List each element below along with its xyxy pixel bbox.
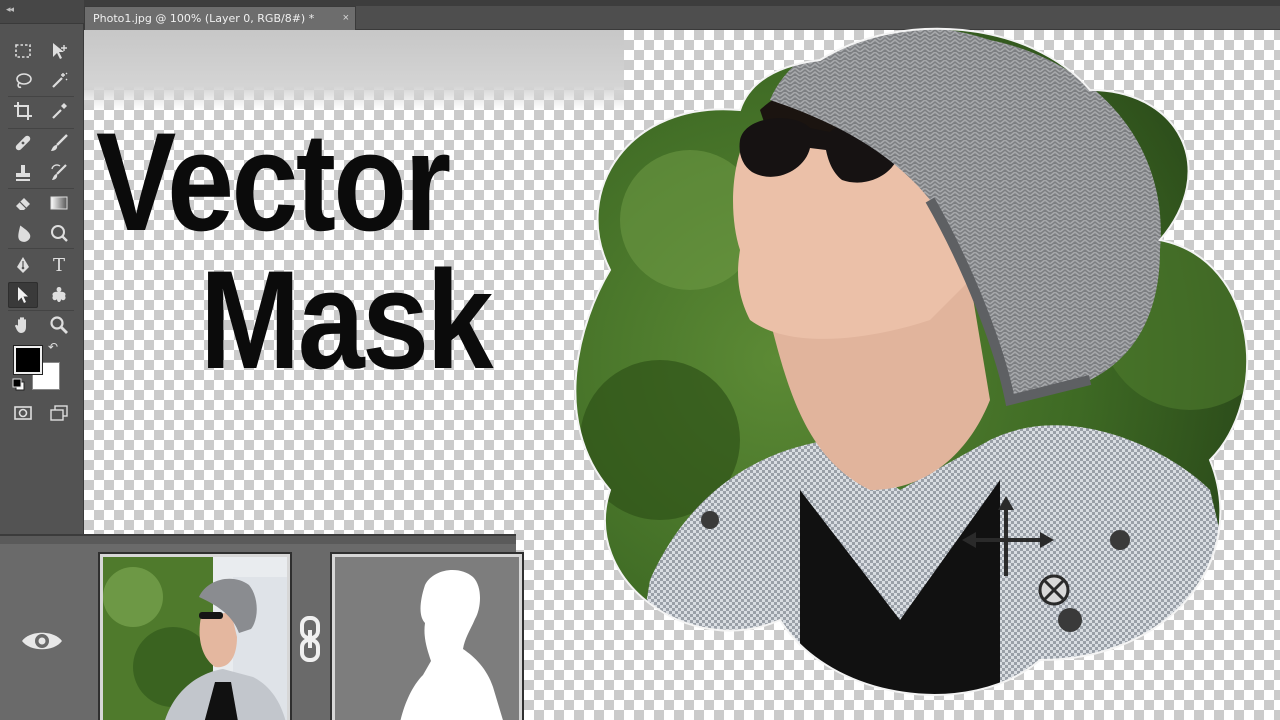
vector-mask-thumbnail[interactable] (332, 554, 522, 720)
document-tab[interactable]: Photo1.jpg @ 100% (Layer 0, RGB/8#) * × (84, 6, 356, 30)
custom-shape-icon[interactable] (44, 282, 74, 308)
eraser-icon[interactable] (8, 190, 38, 216)
clone-stamp-icon[interactable] (8, 160, 38, 186)
brush-icon[interactable] (44, 130, 74, 156)
eye-icon[interactable] (20, 628, 64, 654)
headline-line-2: Mask (200, 241, 493, 398)
document-tab-label: Photo1.jpg @ 100% (Layer 0, RGB/8#) * (93, 12, 315, 25)
blur-icon[interactable] (8, 220, 38, 246)
eyedropper-icon[interactable] (44, 98, 74, 124)
quick-selection-icon[interactable] (44, 68, 74, 94)
masked-photo[interactable] (570, 20, 1260, 700)
crop-icon[interactable] (8, 98, 38, 124)
layer-thumbnail[interactable] (100, 554, 290, 720)
photoshop-window: Photo1.jpg @ 100% (Layer 0, RGB/8#) * × … (0, 0, 1280, 720)
move-icon[interactable] (44, 38, 74, 64)
layer-thumbnail-image (103, 557, 287, 720)
zoom-icon[interactable] (44, 312, 74, 338)
headline-line-1: Vector (96, 103, 451, 260)
collapse-arrows-icon[interactable]: ◂◂ (6, 4, 14, 15)
tool-separator (8, 96, 74, 97)
tool-separator (8, 248, 74, 249)
gradient-icon[interactable] (44, 190, 74, 216)
layers-panel (0, 534, 522, 720)
tool-separator (8, 188, 74, 189)
quick-mask-icon[interactable] (8, 400, 38, 426)
screen-mode-icon[interactable] (44, 400, 74, 426)
chain-link-icon[interactable] (296, 616, 324, 662)
canvas-shadow-band (84, 30, 624, 110)
dodge-icon[interactable] (44, 220, 74, 246)
rectangular-marquee-icon[interactable] (8, 38, 38, 64)
default-colors-icon[interactable] (12, 378, 26, 392)
masked-photo-graphic (574, 27, 1249, 696)
spot-healing-icon[interactable] (8, 130, 38, 156)
history-brush-icon[interactable] (44, 160, 74, 186)
lasso-icon[interactable] (8, 68, 38, 94)
tools-panel: ◂◂ T ↶ (0, 0, 84, 540)
foreground-color-swatch[interactable] (14, 346, 42, 374)
swap-colors-icon[interactable]: ↶ (48, 340, 58, 354)
vector-mask-silhouette (335, 557, 519, 720)
tools-panel-header[interactable]: ◂◂ (0, 0, 84, 24)
path-selection-icon[interactable] (8, 282, 38, 308)
tool-separator (8, 128, 74, 129)
layer-row[interactable] (0, 544, 522, 720)
pen-icon[interactable] (8, 252, 38, 278)
headline: Vector Mask (96, 104, 536, 394)
hand-icon[interactable] (8, 312, 38, 338)
tool-separator (8, 310, 74, 311)
close-tab-icon[interactable]: × (343, 12, 349, 24)
transform-cursor-icon (962, 496, 1070, 606)
type-icon[interactable]: T (44, 252, 74, 278)
